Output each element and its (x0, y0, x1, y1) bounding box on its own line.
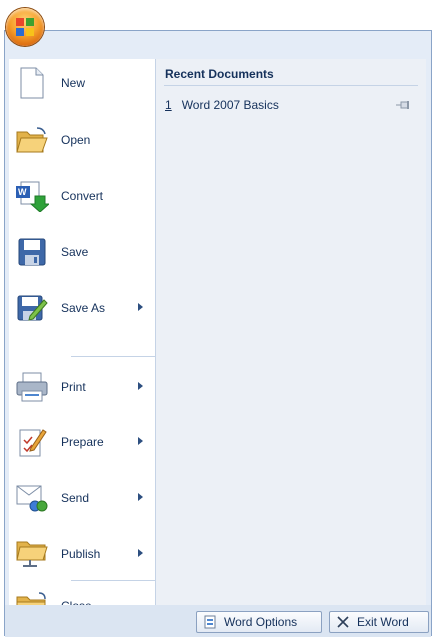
menu-separator (71, 356, 155, 357)
menu-item-prepare[interactable]: Prepare (9, 420, 155, 464)
menu-item-label: Open (61, 133, 91, 147)
word-options-button[interactable]: Word Options (196, 611, 322, 633)
recent-documents-title: Recent Documents (165, 67, 274, 81)
options-icon (204, 615, 216, 629)
menu-item-save-as[interactable]: Save As (9, 286, 155, 330)
submenu-arrow-icon (138, 382, 143, 390)
office-logo-icon (16, 18, 34, 36)
menu-item-convert[interactable]: W Convert (9, 174, 155, 218)
menu-item-new[interactable]: New (9, 61, 155, 105)
submenu-arrow-icon (138, 493, 143, 501)
word-options-label: Word Options (224, 615, 298, 629)
menu-item-print[interactable]: Print (9, 365, 155, 409)
menu-item-label: Publish (61, 547, 101, 561)
svg-text:W: W (18, 187, 27, 197)
menu-item-send[interactable]: Send (9, 476, 155, 520)
new-document-icon (15, 66, 49, 100)
exit-word-label: Exit Word (357, 615, 409, 629)
send-icon (15, 481, 49, 515)
recent-documents-divider (164, 85, 418, 86)
menu-item-publish[interactable]: Publish (9, 532, 155, 576)
menu-item-label: Save (61, 245, 89, 259)
convert-icon: W (15, 179, 49, 213)
submenu-arrow-icon (138, 303, 143, 311)
menu-item-open[interactable]: Open (9, 118, 155, 162)
save-as-icon (15, 291, 49, 325)
pin-icon[interactable] (395, 99, 411, 111)
exit-word-button[interactable]: Exit Word (329, 611, 429, 633)
menu-item-label: New (61, 76, 86, 90)
menu-item-save[interactable]: Save (9, 230, 155, 274)
recent-document-item[interactable]: 1 Word 2007 Basics (165, 96, 417, 114)
menu-item-label: Print (61, 380, 86, 394)
menu-footer: Word Options Exit Word (5, 605, 431, 637)
submenu-arrow-icon (138, 549, 143, 557)
menu-item-label: Prepare (61, 435, 104, 449)
printer-icon (15, 370, 49, 404)
menu-item-label: Convert (61, 189, 104, 203)
prepare-icon (15, 425, 49, 459)
menu-item-label: Send (61, 491, 90, 505)
office-button[interactable] (6, 8, 44, 46)
office-menu: New Open W Convert Save Save As Print Pr… (4, 30, 432, 637)
recent-documents-pane: Recent Documents 1 Word 2007 Basics (156, 59, 426, 605)
recent-document-number: 1 (165, 98, 172, 112)
menu-item-label: Save As (61, 301, 106, 315)
command-list: New Open W Convert Save Save As Print Pr… (9, 59, 156, 619)
save-disk-icon (15, 235, 49, 269)
submenu-arrow-icon (138, 437, 143, 445)
close-icon (337, 616, 349, 628)
open-folder-icon (15, 123, 49, 157)
menu-separator (71, 580, 155, 581)
recent-document-name: Word 2007 Basics (181, 98, 279, 112)
publish-icon (15, 537, 49, 571)
